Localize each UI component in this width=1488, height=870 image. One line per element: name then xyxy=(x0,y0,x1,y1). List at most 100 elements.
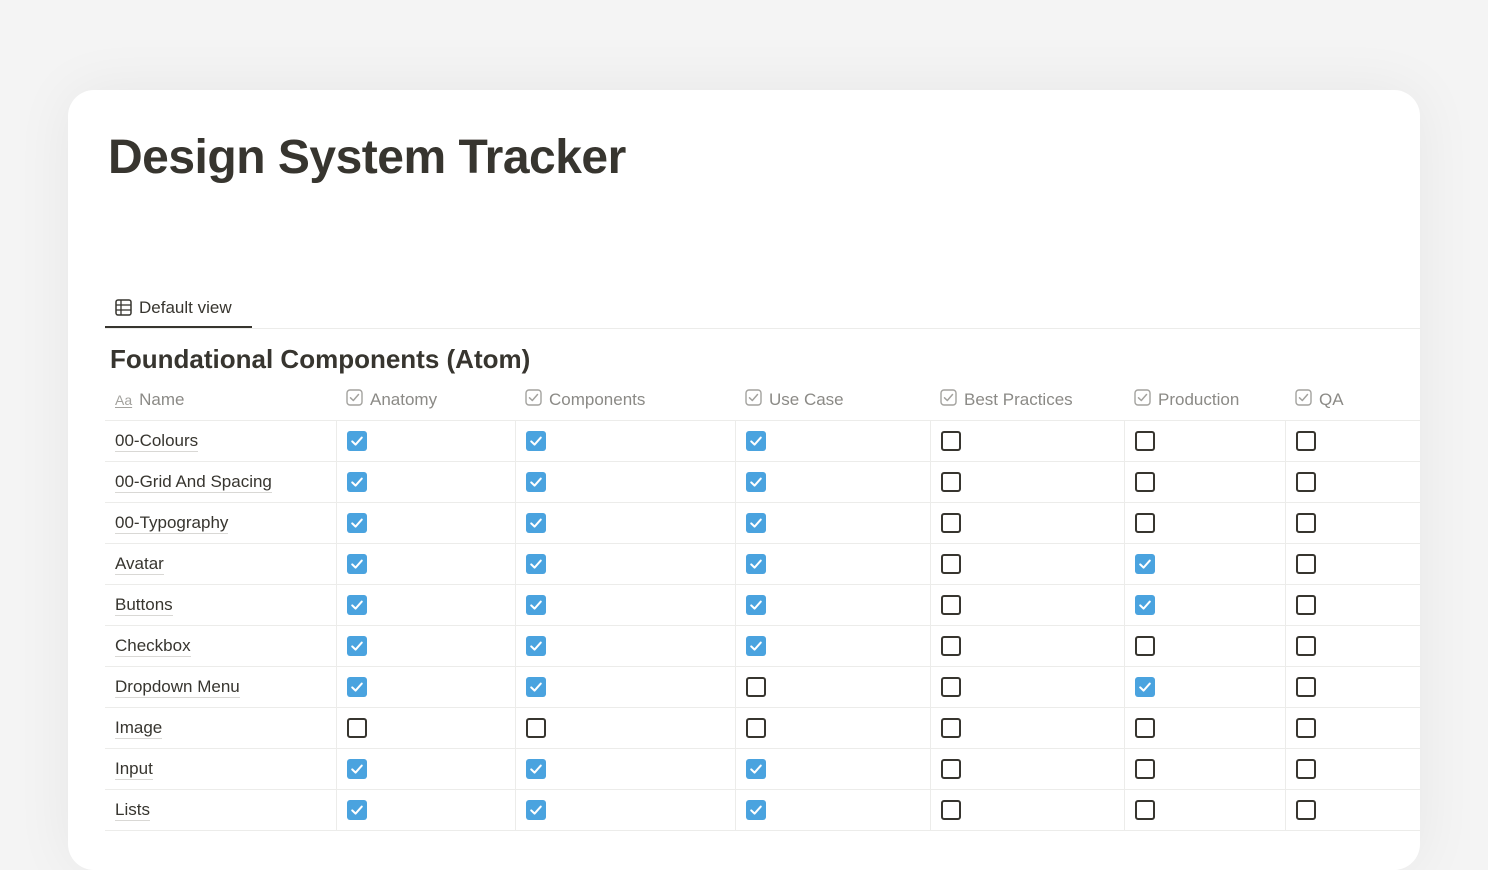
checkbox-unchecked[interactable] xyxy=(940,471,961,492)
checkbox-checked[interactable] xyxy=(346,471,367,492)
row-name-cell[interactable]: 00-Colours xyxy=(105,420,336,462)
checkbox-checked[interactable] xyxy=(745,553,766,574)
row-name[interactable]: Dropdown Menu xyxy=(115,676,240,698)
checkmark-icon xyxy=(1138,600,1151,610)
checkbox-unchecked[interactable] xyxy=(1295,594,1316,615)
checkbox-checked[interactable] xyxy=(745,799,766,820)
tab-default-view[interactable]: Default view xyxy=(105,289,252,328)
checkbox-unchecked[interactable] xyxy=(940,512,961,533)
checkbox-unchecked[interactable] xyxy=(1295,471,1316,492)
row-name-cell[interactable]: 00-Grid And Spacing xyxy=(105,461,336,503)
checkbox-unchecked[interactable] xyxy=(1134,717,1155,738)
row-name-cell[interactable]: Buttons xyxy=(105,584,336,626)
checkbox-unchecked[interactable] xyxy=(940,676,961,697)
checkbox-unchecked[interactable] xyxy=(1134,430,1155,451)
checkbox-checked[interactable] xyxy=(525,799,546,820)
column-header-use-case[interactable]: Use Case xyxy=(735,380,930,421)
checkbox-cell xyxy=(514,666,735,708)
checkbox-checked[interactable] xyxy=(745,758,766,779)
row-name-cell[interactable]: Avatar xyxy=(105,543,336,585)
checkbox-checked[interactable] xyxy=(525,676,546,697)
checkbox-unchecked[interactable] xyxy=(940,430,961,451)
checkbox-unchecked[interactable] xyxy=(1134,512,1155,533)
checkbox-property-icon xyxy=(525,389,542,411)
checkbox-checked[interactable] xyxy=(525,430,546,451)
checkbox-checked[interactable] xyxy=(346,430,367,451)
checkbox-unchecked[interactable] xyxy=(940,758,961,779)
column-header-label: Anatomy xyxy=(370,389,438,409)
checkbox-property-icon xyxy=(745,389,762,411)
table-row: 00-Grid And Spacing xyxy=(105,461,1420,503)
row-name-cell[interactable]: Dropdown Menu xyxy=(105,666,336,708)
column-header-name[interactable]: Aa Name xyxy=(105,380,336,421)
checkbox-checked[interactable] xyxy=(346,758,367,779)
checkbox-cell xyxy=(335,543,515,585)
checkbox-checked[interactable] xyxy=(346,676,367,697)
checkbox-unchecked[interactable] xyxy=(1134,471,1155,492)
column-header-best-practices[interactable]: Best Practices xyxy=(930,380,1124,421)
checkbox-checked[interactable] xyxy=(1134,594,1155,615)
checkbox-unchecked[interactable] xyxy=(1295,799,1316,820)
row-name-cell[interactable]: Checkbox xyxy=(105,625,336,667)
row-name-cell[interactable]: Lists xyxy=(105,789,336,831)
checkbox-checked[interactable] xyxy=(745,430,766,451)
checkbox-unchecked[interactable] xyxy=(745,676,766,697)
checkbox-unchecked[interactable] xyxy=(940,717,961,738)
checkbox-unchecked[interactable] xyxy=(1134,758,1155,779)
checkbox-checked[interactable] xyxy=(346,512,367,533)
row-name[interactable]: Lists xyxy=(115,799,150,821)
row-name[interactable]: 00-Colours xyxy=(115,430,199,452)
row-name-cell[interactable]: Input xyxy=(105,748,336,790)
checkbox-unchecked[interactable] xyxy=(1295,717,1316,738)
checkbox-unchecked[interactable] xyxy=(940,799,961,820)
checkbox-unchecked[interactable] xyxy=(1134,799,1155,820)
row-name[interactable]: Checkbox xyxy=(115,635,191,657)
column-header-components[interactable]: Components xyxy=(515,380,735,421)
checkbox-unchecked[interactable] xyxy=(940,553,961,574)
row-name[interactable]: Buttons xyxy=(115,594,173,616)
row-name-cell[interactable]: 00-Typography xyxy=(105,502,336,544)
checkbox-unchecked[interactable] xyxy=(940,594,961,615)
checkbox-checked[interactable] xyxy=(525,594,546,615)
checkbox-unchecked[interactable] xyxy=(1295,512,1316,533)
checkbox-unchecked[interactable] xyxy=(1295,553,1316,574)
column-header-qa[interactable]: QA xyxy=(1285,380,1420,421)
row-name[interactable]: Input xyxy=(115,758,153,780)
checkbox-checked[interactable] xyxy=(745,471,766,492)
checkbox-unchecked[interactable] xyxy=(1134,635,1155,656)
checkbox-checked[interactable] xyxy=(346,594,367,615)
column-header-production[interactable]: Production xyxy=(1124,380,1285,421)
checkbox-checked[interactable] xyxy=(745,594,766,615)
checkbox-unchecked[interactable] xyxy=(525,717,546,738)
checkbox-unchecked[interactable] xyxy=(346,717,367,738)
row-name[interactable]: Image xyxy=(115,717,163,739)
checkbox-cell xyxy=(514,707,735,749)
checkbox-cell xyxy=(734,420,930,462)
checkbox-checked[interactable] xyxy=(745,635,766,656)
checkbox-checked[interactable] xyxy=(1134,676,1155,697)
checkbox-checked[interactable] xyxy=(525,635,546,656)
row-name-cell[interactable]: Image xyxy=(105,707,336,749)
checkbox-unchecked[interactable] xyxy=(1295,676,1316,697)
checkbox-checked[interactable] xyxy=(745,512,766,533)
column-header-anatomy[interactable]: Anatomy xyxy=(336,380,515,421)
checkbox-unchecked[interactable] xyxy=(940,635,961,656)
row-name[interactable]: 00-Grid And Spacing xyxy=(115,471,272,493)
checkbox-unchecked[interactable] xyxy=(1295,635,1316,656)
checkbox-checked[interactable] xyxy=(525,512,546,533)
checkbox-checked[interactable] xyxy=(346,635,367,656)
row-name[interactable]: Avatar xyxy=(115,553,164,575)
checkbox-unchecked[interactable] xyxy=(1295,758,1316,779)
checkbox-checked[interactable] xyxy=(346,553,367,574)
checkbox-property-icon xyxy=(346,389,363,411)
checkbox-cell xyxy=(1284,748,1420,790)
checkmark-icon xyxy=(529,436,542,446)
checkbox-unchecked[interactable] xyxy=(1295,430,1316,451)
checkbox-checked[interactable] xyxy=(525,758,546,779)
checkbox-checked[interactable] xyxy=(346,799,367,820)
checkbox-checked[interactable] xyxy=(525,471,546,492)
checkbox-checked[interactable] xyxy=(1134,553,1155,574)
row-name[interactable]: 00-Typography xyxy=(115,512,229,534)
checkbox-unchecked[interactable] xyxy=(745,717,766,738)
checkbox-checked[interactable] xyxy=(525,553,546,574)
